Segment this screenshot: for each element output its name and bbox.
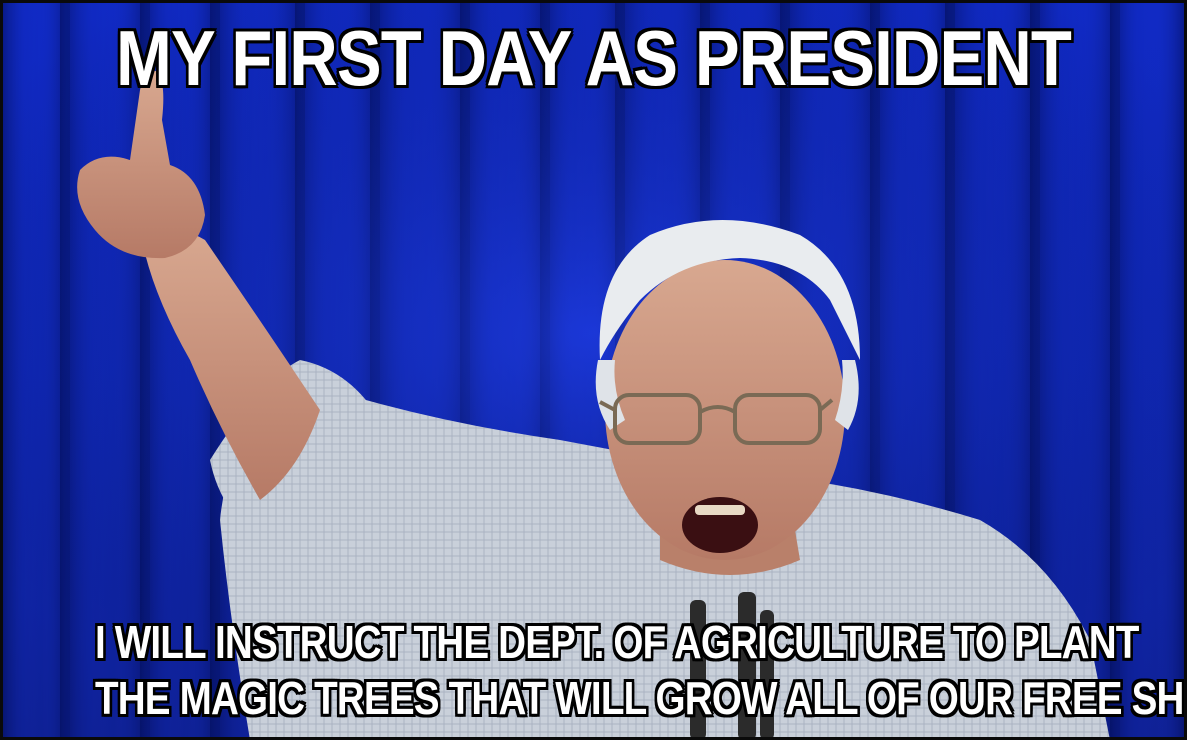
bottom-caption-line-1: I WILL INSTRUCT THE DEPT. OF AGRICULTURE… <box>94 615 1140 669</box>
meme-image: MY FIRST DAY AS PRESIDENT I WILL INSTRUC… <box>0 0 1187 740</box>
bottom-caption: I WILL INSTRUCT THE DEPT. OF AGRICULTURE… <box>94 614 1187 726</box>
top-caption: MY FIRST DAY AS PRESIDENT <box>115 13 1073 103</box>
bottom-caption-line-2: THE MAGIC TREES THAT WILL GROW ALL OF OU… <box>94 671 1187 725</box>
